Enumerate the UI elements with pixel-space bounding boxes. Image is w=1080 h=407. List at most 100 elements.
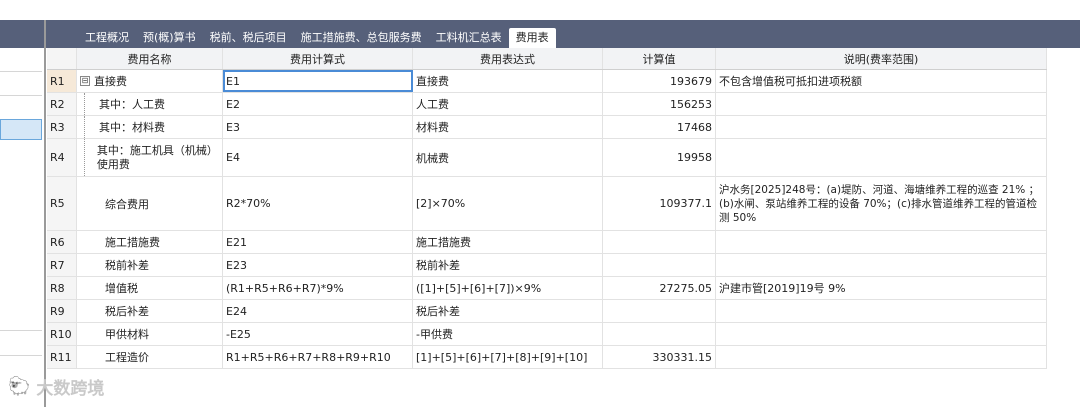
tab-pre-post-tax-items[interactable]: 税前、税后项目 [203,28,294,48]
value-cell[interactable] [603,231,716,253]
fee-name-cell[interactable]: 税后补差 [77,300,223,322]
fee-name: 增值税 [105,282,138,295]
table-row[interactable]: R1 ⊟ 直接费 E1 直接费 193679 不包含增值税可抵扣进项税额 [47,70,1047,93]
row-number: R11 [47,346,77,368]
note-cell[interactable]: 不包含增值税可抵扣进项税额 [716,70,1047,92]
expression-cell[interactable]: [2]×70% [413,177,603,230]
tab-budget-book[interactable]: 预(概)算书 [136,28,203,48]
note-cell[interactable] [716,116,1047,138]
left-panel-row[interactable] [0,95,42,96]
value-cell[interactable]: 19958 [603,139,716,176]
note-cell[interactable] [716,323,1047,345]
note-cell[interactable] [716,231,1047,253]
tab-fee-table[interactable]: 费用表 [508,28,556,48]
fee-name: 直接费 [94,75,127,88]
formula-cell[interactable]: E1 [223,70,413,92]
fee-name-cell[interactable]: 其中：材料费 [77,116,223,138]
row-number: R3 [47,116,77,138]
fee-name: 施工措施费 [105,236,160,249]
fee-name-cell[interactable]: 增值税 [77,277,223,299]
expression-cell[interactable]: -甲供费 [413,323,603,345]
row-number-header [47,48,77,69]
formula-cell[interactable]: E21 [223,231,413,253]
fee-name-cell[interactable]: 综合费用 [77,177,223,230]
value-cell[interactable]: 193679 [603,70,716,92]
formula-cell[interactable]: R2*70% [223,177,413,230]
note-cell[interactable]: 沪建市管[2019]19号 9% [716,277,1047,299]
table-row[interactable]: R2 其中：人工费 E2 人工费 156253 [47,93,1047,116]
fee-name: 其中：施工机具（机械）使用费 [96,143,218,171]
column-header[interactable]: 费用表达式 [413,48,603,69]
value-cell[interactable] [603,323,716,345]
left-panel-selected-row[interactable] [0,119,42,140]
expression-cell[interactable]: 税前补差 [413,254,603,276]
collapse-toggle-icon[interactable]: ⊟ [80,76,90,86]
value-cell[interactable]: 17468 [603,116,716,138]
table-row[interactable]: R3 其中：材料费 E3 材料费 17468 [47,116,1047,139]
expression-cell[interactable]: [1]+[5]+[6]+[7]+[8]+[9]+[10] [413,346,603,368]
table-row[interactable]: R6 施工措施费 E21 施工措施费 [47,231,1047,254]
note-cell[interactable] [716,300,1047,322]
tab-materials-summary[interactable]: 工料机汇总表 [429,28,509,48]
note-cell[interactable] [716,346,1047,368]
column-header[interactable]: 说明(费率范围) [716,48,1047,69]
expression-cell[interactable]: 施工措施费 [413,231,603,253]
left-panel-row[interactable] [0,330,42,331]
formula-cell[interactable]: (R1+R5+R6+R7)*9% [223,277,413,299]
fee-name-cell[interactable]: 税前补差 [77,254,223,276]
expression-cell[interactable]: ([1]+[5]+[6]+[7])×9% [413,277,603,299]
column-header[interactable]: 费用名称 [77,48,223,69]
tree-line [84,116,95,138]
note-cell[interactable] [716,93,1047,115]
table-row[interactable]: R8 增值税 (R1+R5+R6+R7)*9% ([1]+[5]+[6]+[7]… [47,277,1047,300]
value-cell[interactable]: 27275.05 [603,277,716,299]
table-row[interactable]: R7 税前补差 E23 税前补差 [47,254,1047,277]
formula-cell[interactable]: E4 [223,139,413,176]
note-cell[interactable] [716,254,1047,276]
formula-cell[interactable]: -E25 [223,323,413,345]
table-row[interactable]: R4 其中：施工机具（机械）使用费 E4 机械费 19958 [47,139,1047,177]
table-row[interactable]: R9 税后补差 E24 税后补差 [47,300,1047,323]
value-cell[interactable]: 330331.15 [603,346,716,368]
fee-name-cell[interactable]: 其中：人工费 [77,93,223,115]
formula-cell[interactable]: R1+R5+R6+R7+R8+R9+R10 [223,346,413,368]
formula-cell[interactable]: E23 [223,254,413,276]
formula-cell[interactable]: E3 [223,116,413,138]
fee-name-cell[interactable]: ⊟ 直接费 [77,70,223,92]
fee-name-cell[interactable]: 工程造价 [77,346,223,368]
fee-name-cell[interactable]: 其中：施工机具（机械）使用费 [77,139,223,176]
tab-measures-fees[interactable]: 施工措施费、总包服务费 [294,28,429,48]
fee-name: 其中：材料费 [99,121,165,134]
note-cell[interactable] [716,139,1047,176]
left-panel-row[interactable] [0,355,42,356]
formula-cell[interactable]: E24 [223,300,413,322]
expression-cell[interactable]: 税后补差 [413,300,603,322]
expression-cell[interactable]: 直接费 [413,70,603,92]
fee-name-cell[interactable]: 施工措施费 [77,231,223,253]
table-row[interactable]: R11 工程造价 R1+R5+R6+R7+R8+R9+R10 [1]+[5]+[… [47,346,1047,369]
value-cell[interactable]: 156253 [603,93,716,115]
expression-cell[interactable]: 材料费 [413,116,603,138]
row-number: R4 [47,139,77,176]
column-header[interactable]: 费用计算式 [223,48,413,69]
fee-name: 税后补差 [105,305,149,318]
value-cell[interactable] [603,254,716,276]
table-row[interactable]: R10 甲供材料 -E25 -甲供费 [47,323,1047,346]
row-number: R8 [47,277,77,299]
sheep-logo-icon: 🐑 [8,376,31,397]
row-number: R7 [47,254,77,276]
value-cell[interactable] [603,300,716,322]
fee-name-cell[interactable]: 甲供材料 [77,323,223,345]
table-row[interactable]: R5 综合费用 R2*70% [2]×70% 109377.1 沪水务[2025… [47,177,1047,231]
expression-cell[interactable]: 人工费 [413,93,603,115]
expression-cell[interactable]: 机械费 [413,139,603,176]
tree-line [84,93,95,115]
formula-cell[interactable]: E2 [223,93,413,115]
left-panel-row[interactable] [0,71,42,72]
tab-project-overview[interactable]: 工程概况 [78,28,136,48]
pane-splitter[interactable] [44,20,46,407]
note-cell[interactable]: 沪水务[2025]248号：(a)堤防、河道、海塘维养工程的巡查 21% ；(b… [716,177,1047,230]
value-cell[interactable]: 109377.1 [603,177,716,230]
row-number: R6 [47,231,77,253]
column-header[interactable]: 计算值 [603,48,716,69]
